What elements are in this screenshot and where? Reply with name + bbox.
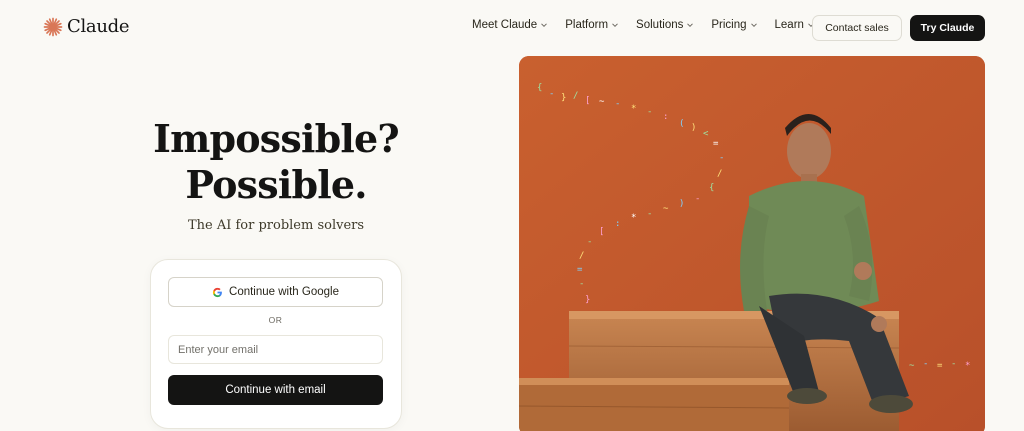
claude-logo[interactable]: Claude — [43, 16, 130, 37]
svg-text:/: / — [579, 251, 584, 261]
svg-text:<: < — [703, 129, 709, 139]
svg-text:~: ~ — [909, 361, 915, 371]
hero-illustration: { - } / [ ~ - * - : ( ) < = - / { - ) ~ … — [519, 56, 985, 431]
svg-text:-: - — [549, 89, 554, 99]
google-button-label: Continue with Google — [229, 286, 339, 298]
top-nav: Claude Meet Claude Platform Solutions Pr… — [0, 0, 1024, 56]
contact-sales-button[interactable]: Contact sales — [812, 15, 902, 41]
try-claude-button[interactable]: Try Claude — [910, 15, 985, 41]
svg-text:{: { — [709, 183, 714, 193]
email-input[interactable] — [168, 335, 383, 364]
svg-text:=: = — [577, 265, 583, 275]
svg-text:-: - — [587, 237, 592, 247]
continue-with-google-button[interactable]: Continue with Google — [168, 277, 383, 307]
nav-item-label: Learn — [774, 19, 804, 31]
nav-item-learn[interactable]: Learn — [775, 19, 815, 31]
svg-text:}: } — [561, 93, 566, 103]
svg-text:~: ~ — [599, 97, 605, 107]
svg-text:=: = — [937, 361, 943, 371]
hero-headline: Impossible? Possible. — [140, 116, 412, 208]
google-icon — [212, 287, 222, 297]
chevron-down-icon — [541, 23, 548, 28]
nav-menu: Meet Claude Platform Solutions Pricing L… — [472, 19, 815, 31]
svg-text::: : — [663, 112, 668, 122]
svg-text:=: = — [713, 139, 719, 149]
svg-text:(: ( — [679, 119, 684, 129]
svg-text:): ) — [691, 123, 696, 133]
hero-tagline: The AI for problem solvers — [187, 218, 365, 233]
svg-text:/: / — [717, 169, 722, 179]
chevron-down-icon — [750, 23, 757, 28]
headline-line-1: Impossible? — [153, 116, 400, 161]
svg-text:-: - — [951, 359, 956, 369]
svg-text:{: { — [537, 83, 542, 93]
brand-name: Claude — [67, 16, 130, 37]
svg-text:-: - — [719, 153, 724, 163]
svg-text:-: - — [647, 209, 652, 219]
nav-item-platform[interactable]: Platform — [565, 19, 619, 31]
svg-text:/: / — [573, 91, 578, 101]
chevron-down-icon — [687, 23, 694, 28]
continue-with-email-button[interactable]: Continue with email — [168, 375, 383, 405]
svg-text:-: - — [923, 359, 928, 369]
nav-item-label: Platform — [565, 19, 609, 31]
nav-item-label: Meet Claude — [472, 19, 538, 31]
headline-line-2: Possible. — [185, 162, 367, 207]
svg-text:-: - — [695, 194, 700, 204]
svg-text:[: [ — [599, 227, 604, 237]
svg-text:*: * — [965, 361, 970, 371]
svg-text:[: [ — [585, 96, 590, 106]
svg-text:}: } — [585, 295, 590, 305]
nav-item-label: Pricing — [711, 19, 747, 31]
hero-image: { - } / [ ~ - * - : ( ) < = - / { - ) ~ … — [519, 56, 985, 431]
svg-text:): ) — [679, 199, 684, 209]
svg-text:~: ~ — [663, 204, 669, 214]
nav-item-solutions[interactable]: Solutions — [636, 19, 694, 31]
svg-text:-: - — [615, 99, 620, 109]
nav-item-meet-claude[interactable]: Meet Claude — [472, 19, 548, 31]
svg-text:-: - — [579, 279, 584, 289]
nav-item-pricing[interactable]: Pricing — [711, 19, 757, 31]
chevron-down-icon — [612, 23, 618, 28]
svg-text:-: - — [647, 107, 652, 117]
or-divider: OR — [268, 315, 283, 325]
svg-text:*: * — [631, 104, 636, 114]
nav-item-label: Solutions — [636, 19, 684, 31]
svg-text:*: * — [631, 213, 636, 223]
svg-text::: : — [615, 219, 620, 229]
claude-logo-icon — [43, 17, 63, 36]
